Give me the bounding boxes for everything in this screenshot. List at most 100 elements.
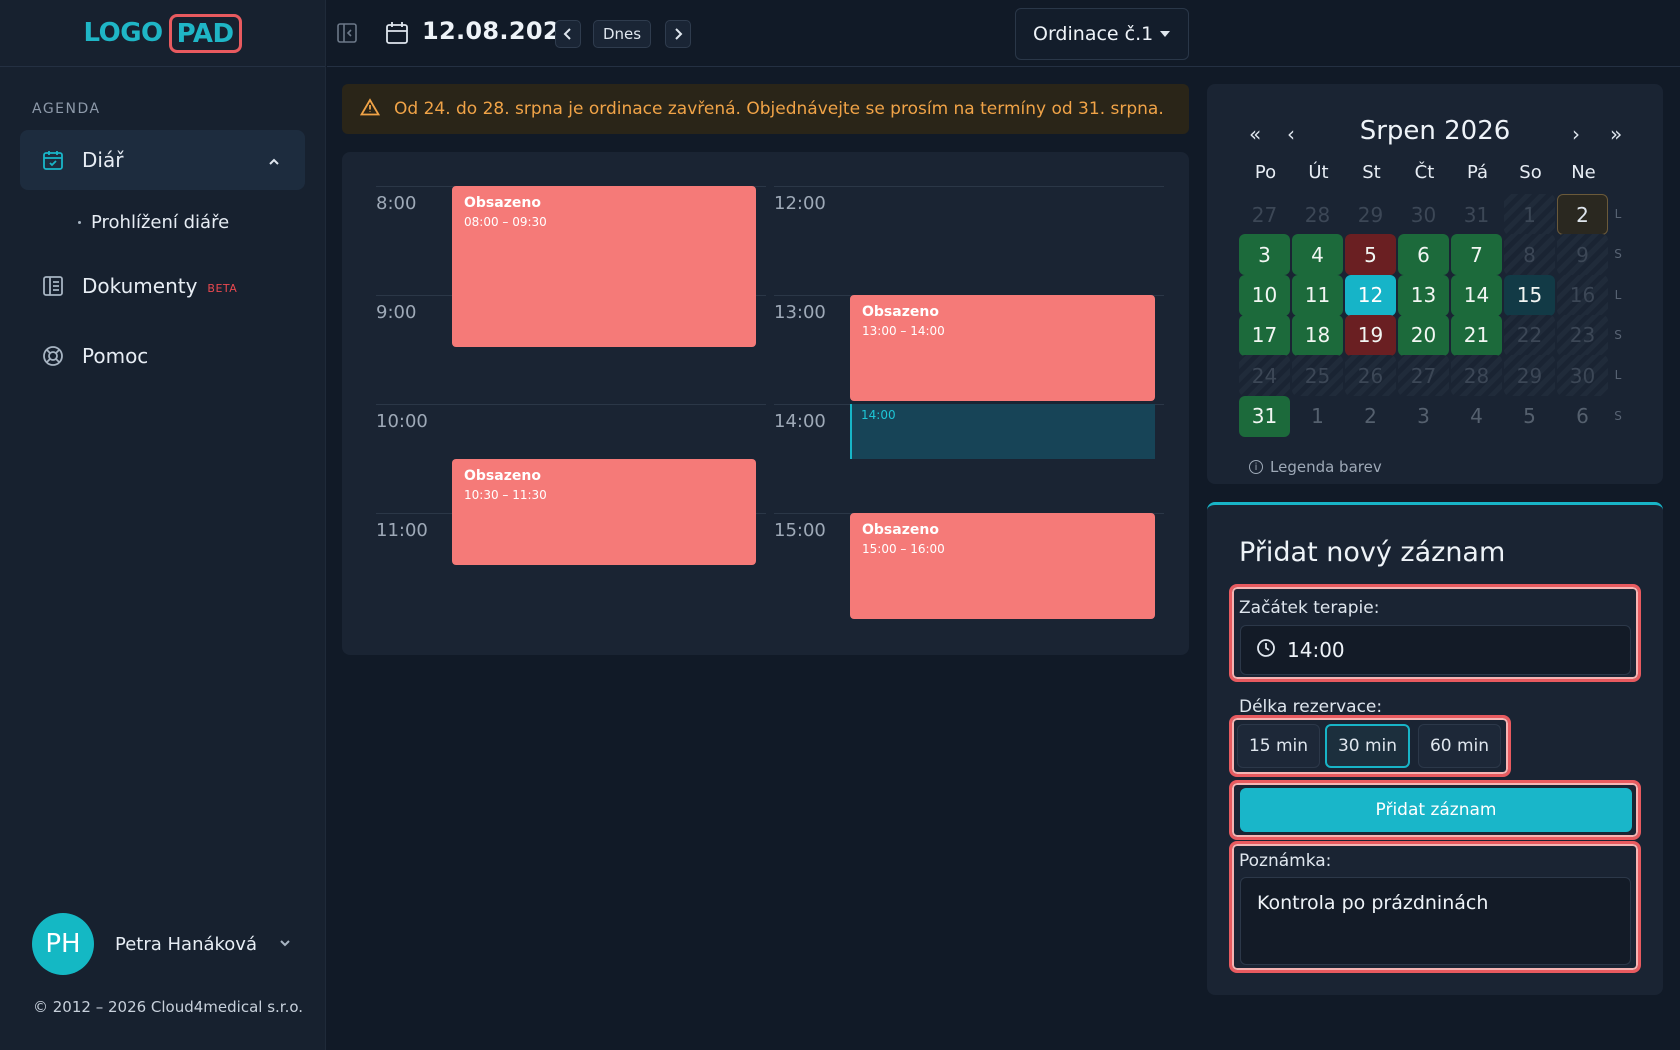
calendar-day[interactable]: 10 bbox=[1239, 274, 1290, 316]
calendar-day[interactable]: 2 bbox=[1557, 194, 1608, 235]
alert-text: Od 24. do 28. srpna je ordinace zavřená.… bbox=[394, 99, 1164, 119]
calendar-day[interactable]: 5 bbox=[1504, 396, 1555, 437]
duration-30-button[interactable]: 30 min bbox=[1325, 724, 1410, 768]
calendar-day[interactable]: 12 bbox=[1345, 274, 1396, 316]
weekday-label: Po bbox=[1254, 162, 1277, 183]
calendar-day[interactable]: 31 bbox=[1451, 194, 1502, 235]
calendar-day[interactable]: 6 bbox=[1557, 396, 1608, 437]
calendar-day[interactable]: 30 bbox=[1398, 194, 1449, 235]
week-parity-label: L bbox=[1614, 287, 1622, 302]
calendar-day[interactable]: 26 bbox=[1345, 355, 1396, 397]
calendar-day[interactable]: 15 bbox=[1504, 274, 1555, 316]
calendar-day[interactable]: 24 bbox=[1239, 355, 1290, 397]
office-select[interactable]: Ordinace č.1 bbox=[1015, 8, 1189, 60]
event-title: Obsazeno bbox=[862, 522, 939, 538]
note-textarea[interactable]: Kontrola po prázdninách bbox=[1240, 877, 1631, 965]
event-title: Obsazeno bbox=[464, 195, 541, 211]
calendar-day[interactable]: 28 bbox=[1451, 355, 1502, 397]
calendar-day[interactable]: 28 bbox=[1292, 194, 1343, 235]
calendar-day[interactable]: 4 bbox=[1292, 234, 1343, 276]
calendar-icon[interactable] bbox=[385, 20, 409, 50]
bullet-icon bbox=[78, 221, 81, 224]
next-year-button[interactable]: » bbox=[1610, 122, 1622, 146]
calendar-day[interactable]: 6 bbox=[1398, 234, 1449, 276]
start-time-input[interactable]: 14:00 bbox=[1240, 625, 1631, 675]
logo-area: LOGO PAD bbox=[0, 0, 325, 67]
clock-icon bbox=[1256, 638, 1276, 663]
next-month-button[interactable]: › bbox=[1572, 122, 1580, 146]
user-menu[interactable]: PH Petra Hanáková bbox=[32, 913, 292, 975]
weekday-label: St bbox=[1362, 162, 1381, 183]
chevron-up-icon[interactable] bbox=[267, 150, 281, 174]
calendar-day[interactable]: 20 bbox=[1398, 314, 1449, 356]
calendar-day[interactable]: 27 bbox=[1398, 355, 1449, 397]
duration-60-button[interactable]: 60 min bbox=[1418, 724, 1501, 768]
week-parity-label: S bbox=[1614, 247, 1622, 262]
busy-event[interactable]: Obsazeno 08:00 – 09:30 bbox=[452, 186, 756, 347]
logo[interactable]: LOGO PAD bbox=[83, 13, 242, 53]
calendar-day[interactable]: 3 bbox=[1239, 234, 1290, 276]
add-record-button[interactable]: Přidat záznam bbox=[1240, 788, 1632, 832]
duration-15-button[interactable]: 15 min bbox=[1237, 724, 1320, 768]
calendar-day[interactable]: 3 bbox=[1398, 396, 1449, 437]
calendar-day[interactable]: 16 bbox=[1557, 274, 1608, 316]
calendar-day[interactable]: 25 bbox=[1292, 355, 1343, 397]
sidebar-toggle-icon[interactable] bbox=[336, 21, 358, 49]
schedule-column-morning: 8:00 9:00 10:00 11:00 Obsazeno 08:00 – 0… bbox=[376, 186, 766, 622]
calendar-day[interactable]: 19 bbox=[1345, 314, 1396, 356]
sidebar-item-dokumenty[interactable]: Dokumenty BETA bbox=[20, 256, 305, 316]
weekday-label: Út bbox=[1308, 162, 1329, 183]
calendar-day[interactable]: 31 bbox=[1239, 395, 1290, 437]
sidebar-subitem-prohlizeni[interactable]: Prohlížení diáře bbox=[78, 212, 229, 233]
prev-day-button[interactable] bbox=[555, 20, 581, 48]
calendar-day[interactable]: 18 bbox=[1292, 314, 1343, 356]
closure-alert: Od 24. do 28. srpna je ordinace zavřená.… bbox=[342, 84, 1189, 134]
calendar-day[interactable]: 1 bbox=[1504, 194, 1555, 235]
document-icon bbox=[40, 273, 66, 299]
selected-slot[interactable]: 14:00 bbox=[850, 404, 1155, 459]
sidebar-item-diar[interactable]: Diář bbox=[20, 130, 305, 190]
calendar-day[interactable]: 27 bbox=[1239, 194, 1290, 235]
calendar-day[interactable]: 11 bbox=[1292, 274, 1343, 316]
current-date: 12.08.2026 bbox=[422, 17, 577, 45]
calendar-day[interactable]: 8 bbox=[1504, 234, 1555, 276]
duration-label: Délka rezervace: bbox=[1239, 697, 1383, 717]
calendar-day[interactable]: 17 bbox=[1239, 314, 1290, 356]
calendar-day[interactable]: 5 bbox=[1345, 234, 1396, 276]
calendar-day[interactable]: 4 bbox=[1451, 396, 1502, 437]
caret-down-icon bbox=[1160, 31, 1170, 37]
time-row[interactable]: 12:00 bbox=[774, 186, 1164, 295]
calendar-day[interactable]: 23 bbox=[1557, 314, 1608, 356]
month-calendar: « ‹ Srpen 2026 › » Po Út St Čt Pá So Ne … bbox=[1207, 84, 1663, 484]
color-legend[interactable]: i Legenda barev bbox=[1249, 458, 1382, 476]
new-record-form: Přidat nový záznam Začátek terapie: 14:0… bbox=[1207, 502, 1663, 995]
weekday-label: Čt bbox=[1414, 162, 1435, 183]
calendar-day[interactable]: 30 bbox=[1557, 355, 1608, 397]
calendar-day[interactable]: 29 bbox=[1345, 194, 1396, 235]
week-parity-label: S bbox=[1614, 327, 1622, 342]
event-time: 10:30 – 11:30 bbox=[464, 488, 547, 502]
calendar-day[interactable]: 22 bbox=[1504, 314, 1555, 356]
info-icon: i bbox=[1249, 460, 1263, 474]
busy-event[interactable]: Obsazeno 10:30 – 11:30 bbox=[452, 459, 756, 565]
start-label: Začátek terapie: bbox=[1239, 598, 1380, 618]
calendar-day[interactable]: 13 bbox=[1398, 274, 1449, 316]
topbar: 12.08.2026 Dnes Ordinace č.1 bbox=[327, 0, 1680, 67]
calendar-day[interactable]: 29 bbox=[1504, 355, 1555, 397]
calendar-day[interactable]: 9 bbox=[1557, 234, 1608, 276]
sidebar-item-pomoc[interactable]: Pomoc bbox=[20, 326, 305, 386]
calendar-header: « ‹ Srpen 2026 › » bbox=[1207, 116, 1663, 152]
calendar-day[interactable]: 14 bbox=[1451, 274, 1502, 316]
busy-event[interactable]: Obsazeno 13:00 – 14:00 bbox=[850, 295, 1155, 401]
today-button[interactable]: Dnes bbox=[593, 20, 651, 48]
chevron-down-icon[interactable] bbox=[278, 935, 292, 954]
calendar-day[interactable]: 2 bbox=[1345, 396, 1396, 437]
time-label: 14:00 bbox=[774, 411, 826, 432]
calendar-day[interactable]: 1 bbox=[1292, 396, 1343, 437]
calendar-day[interactable]: 7 bbox=[1451, 234, 1502, 276]
busy-event[interactable]: Obsazeno 15:00 – 16:00 bbox=[850, 513, 1155, 619]
calendar-day[interactable]: 21 bbox=[1451, 314, 1502, 356]
office-select-value: Ordinace č.1 bbox=[1033, 23, 1154, 45]
user-name: Petra Hanáková bbox=[115, 933, 257, 955]
next-day-button[interactable] bbox=[665, 20, 691, 48]
